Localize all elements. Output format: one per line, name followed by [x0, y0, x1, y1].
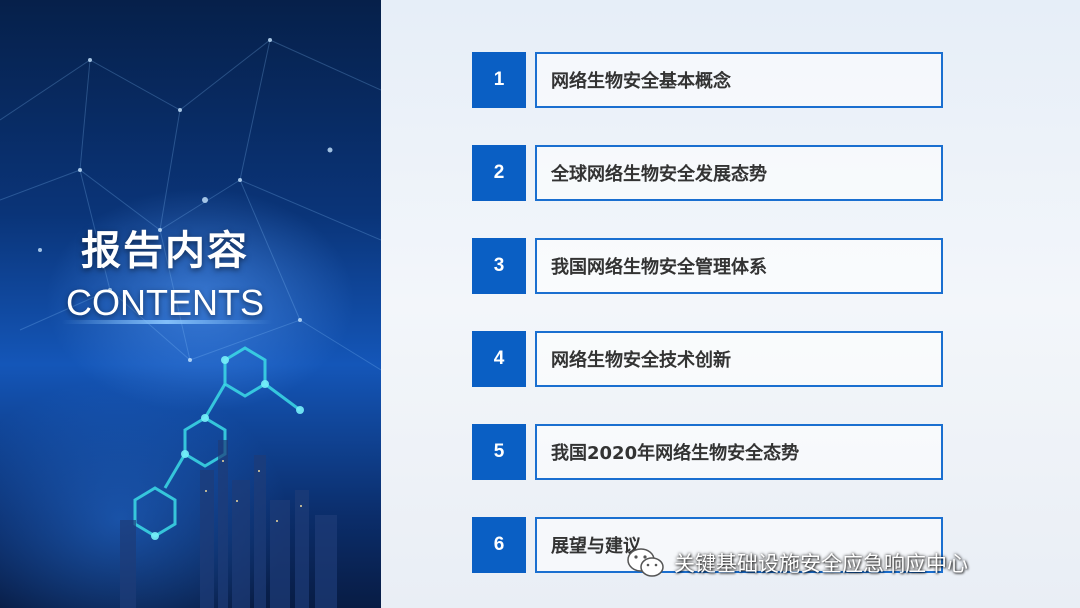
wechat-icon: [627, 548, 664, 577]
toc-label: 全球网络生物安全发展态势: [551, 164, 767, 185]
toc-item-4[interactable]: 4 网络生物安全技术创新: [472, 331, 943, 387]
toc-number: 4: [472, 331, 526, 387]
toc-label: 我国网络生物安全管理体系: [551, 257, 767, 278]
toc-item-1[interactable]: 1 网络生物安全基本概念: [472, 52, 943, 108]
toc-label-box: 我国2020年网络生物安全态势: [535, 424, 943, 480]
toc-label-box: 网络生物安全基本概念: [535, 52, 943, 108]
toc-label-box: 全球网络生物安全发展态势: [535, 145, 943, 201]
toc-number: 2: [472, 145, 526, 201]
toc-label: 网络生物安全基本概念: [551, 71, 731, 92]
toc-number: 3: [472, 238, 526, 294]
slide-title: 报告内容: [81, 228, 249, 274]
toc-number: 5: [472, 424, 526, 480]
toc-label: 我国2020年网络生物安全态势: [551, 443, 800, 464]
toc-item-5[interactable]: 5 我国2020年网络生物安全态势: [472, 424, 943, 480]
toc-label: 网络生物安全技术创新: [551, 350, 731, 371]
toc-label-box: 我国网络生物安全管理体系: [535, 238, 943, 294]
decorative-background-panel: 报告内容 CONTENTS: [0, 0, 381, 608]
toc-number: 6: [472, 517, 526, 573]
watermark: 关键基础设施安全应急响应中心: [626, 546, 968, 580]
toc-label-box: 网络生物安全技术创新: [535, 331, 943, 387]
toc-item-3[interactable]: 3 我国网络生物安全管理体系: [472, 238, 943, 294]
subtitle-underline: [62, 320, 272, 324]
toc-item-2[interactable]: 2 全球网络生物安全发展态势: [472, 145, 943, 201]
toc-number: 1: [472, 52, 526, 108]
watermark-text: 关键基础设施安全应急响应中心: [674, 552, 968, 576]
slide-subtitle: CONTENTS: [66, 282, 264, 323]
